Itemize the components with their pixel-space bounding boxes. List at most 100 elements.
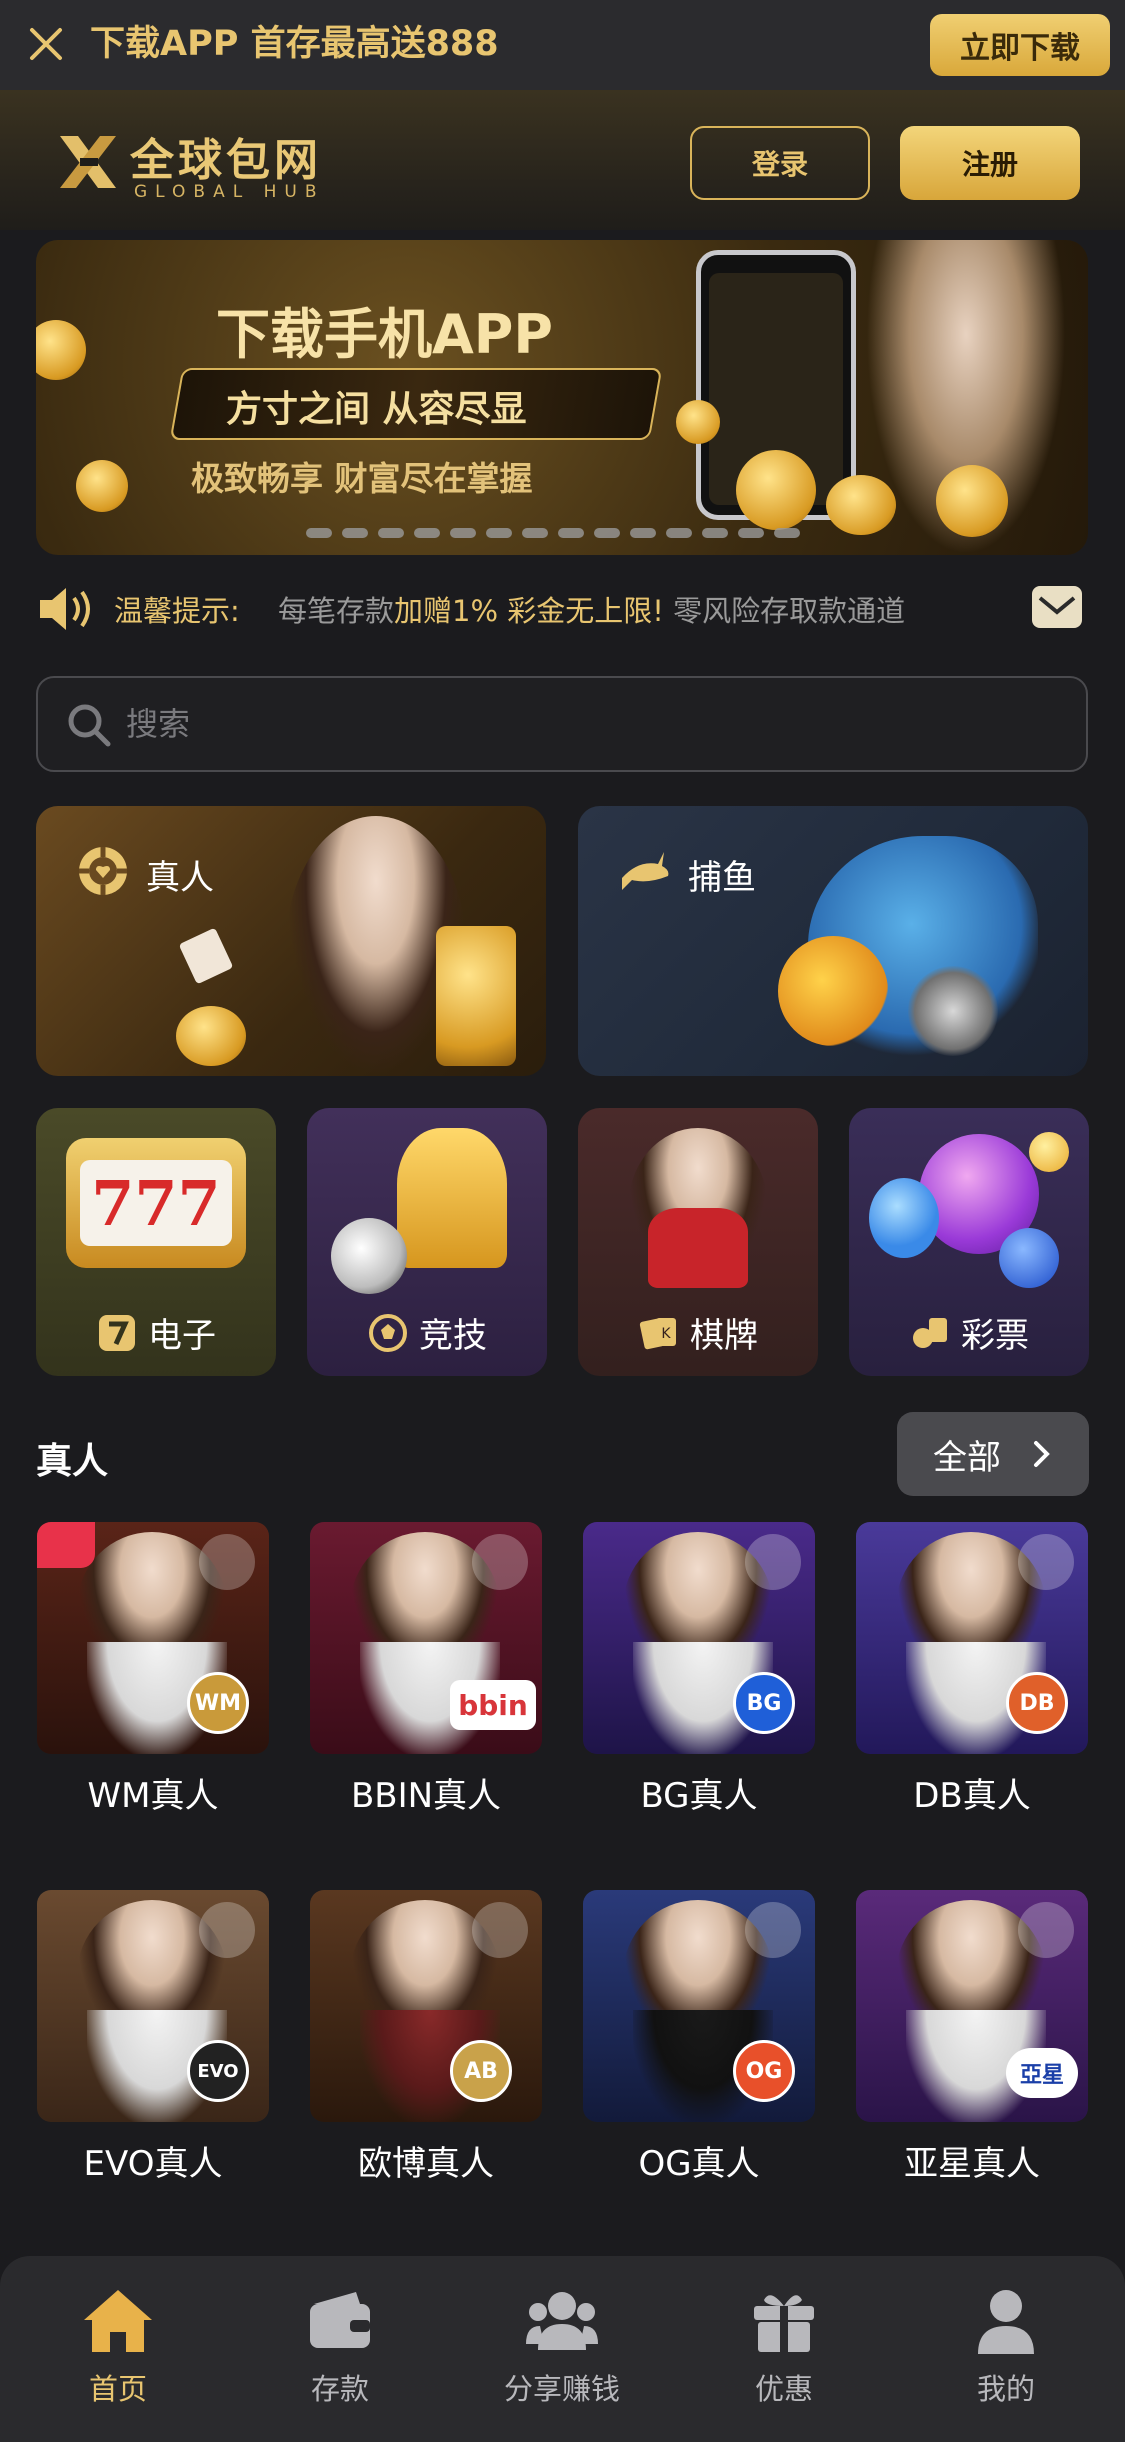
provider-label: BBIN真人 — [350, 1776, 502, 1816]
provider-label: WM真人 — [87, 1776, 219, 1816]
nav-label: 优惠 — [754, 2372, 813, 2406]
page-dot[interactable] — [378, 528, 404, 538]
provider-card[interactable]: bbin — [310, 1522, 542, 1754]
banner-title: 下载手机APP — [216, 303, 553, 366]
page-dot[interactable] — [306, 528, 332, 538]
page-dot[interactable] — [522, 528, 548, 538]
favorite-star-icon[interactable] — [199, 1902, 255, 1958]
bitcoin-coin-icon — [36, 320, 86, 380]
provider-logo-badge: 亞星 — [1006, 2048, 1078, 2098]
category-sports[interactable]: 竞技 — [307, 1108, 547, 1376]
notice-text: 每笔存款加赠1% 彩金无上限! 零风险存取款通道 — [278, 588, 905, 630]
provider-logo-badge: bbin — [450, 1680, 536, 1730]
nav-label: 存款 — [310, 2372, 369, 2406]
coin-stack-icon — [826, 475, 896, 535]
banner-pagination[interactable] — [306, 528, 800, 538]
nav-item-share-earn[interactable]: 分享赚钱 — [472, 2286, 652, 2408]
site-header: 全球包网 GLOBAL HUB 登录 注册 — [0, 90, 1125, 230]
slot-reels: 777 — [80, 1160, 232, 1246]
provider-card[interactable]: DB — [856, 1522, 1088, 1754]
category-fishing[interactable]: 捕鱼 — [578, 806, 1088, 1076]
provider-logo-badge: OG — [733, 2040, 795, 2102]
nav-item-home[interactable]: 首页 — [28, 2286, 208, 2408]
category-live-casino[interactable]: 真人 — [36, 806, 546, 1076]
banner-tagline: 极致畅享 财富尽在掌握 — [191, 459, 533, 498]
nav-item-promotions[interactable]: 优惠 — [694, 2286, 874, 2408]
category-cards[interactable]: K 棋牌 — [578, 1108, 818, 1376]
nav-item-deposit[interactable]: 存款 — [250, 2286, 430, 2408]
provider-card[interactable]: BG — [583, 1522, 815, 1754]
lottery-icon — [913, 1317, 947, 1348]
wallet-icon — [310, 2292, 370, 2348]
nav-item-profile[interactable]: 我的 — [916, 2286, 1096, 2408]
provider-card[interactable]: EVO — [37, 1890, 269, 2122]
favorite-star-icon[interactable] — [472, 1534, 528, 1590]
page-dot[interactable] — [558, 528, 584, 538]
provider-card[interactable]: AB — [310, 1890, 542, 2122]
red-dress-image — [648, 1208, 748, 1288]
logo-x-icon — [60, 136, 116, 188]
page-dot[interactable] — [486, 528, 512, 538]
penguin-image — [869, 1178, 939, 1258]
bottom-nav: 首页 存款 分享赚钱 优惠 我的 — [0, 2256, 1125, 2442]
provider-label: EVO真人 — [83, 2144, 223, 2184]
share-users-icon — [526, 2292, 598, 2350]
page-dot[interactable] — [414, 528, 440, 538]
page-dot[interactable] — [774, 528, 800, 538]
gatling-gun-image — [908, 966, 998, 1056]
page-dot[interactable] — [594, 528, 620, 538]
mail-icon[interactable] — [1032, 586, 1082, 628]
search-icon — [68, 704, 111, 747]
page-dot[interactable] — [702, 528, 728, 538]
favorite-star-icon[interactable] — [1018, 1534, 1074, 1590]
provider-label: 亚星真人 — [904, 2144, 1040, 2184]
close-icon[interactable] — [26, 24, 66, 64]
category-label: 电子 — [148, 1316, 216, 1356]
page-dot[interactable] — [450, 528, 476, 538]
provider-card[interactable]: 亞星 — [856, 1890, 1088, 2122]
hot-thumbs-up-icon — [37, 1522, 95, 1568]
provider-logo-badge: AB — [450, 2040, 512, 2102]
category-label: 彩票 — [961, 1316, 1029, 1356]
coin-icon — [76, 460, 128, 512]
page-dot[interactable] — [666, 528, 692, 538]
favorite-star-icon[interactable] — [1018, 1902, 1074, 1958]
lottery-ball-image — [1029, 1132, 1069, 1172]
seven-icon — [99, 1314, 135, 1351]
coin-icon — [176, 1006, 246, 1066]
provider-label: BG真人 — [640, 1776, 758, 1816]
coin-stack-icon — [436, 926, 516, 1066]
page-dot[interactable] — [342, 528, 368, 538]
download-now-button[interactable]: 立即下载 — [930, 14, 1110, 76]
provider-card[interactable]: WM — [37, 1522, 269, 1754]
notice-label: 温馨提示: — [114, 594, 240, 628]
provider-card[interactable]: OG — [583, 1890, 815, 2122]
shark-icon — [622, 852, 669, 890]
category-label: 竞技 — [419, 1316, 487, 1356]
view-all-button[interactable]: 全部 — [897, 1412, 1089, 1496]
favorite-star-icon[interactable] — [472, 1902, 528, 1958]
category-label-row: K 棋牌 — [578, 1308, 818, 1357]
favorite-star-icon[interactable] — [745, 1902, 801, 1958]
login-button[interactable]: 登录 — [690, 126, 870, 200]
category-slots[interactable]: 777 电子 — [36, 1108, 276, 1376]
page-dot[interactable] — [630, 528, 656, 538]
soccer-ball-image — [331, 1218, 407, 1294]
profile-icon — [978, 2290, 1034, 2354]
search-input[interactable] — [126, 696, 1026, 752]
playing-card-icon — [178, 927, 234, 985]
provider-label: 欧博真人 — [358, 2144, 494, 2184]
category-label-row: 竞技 — [307, 1308, 547, 1357]
notice-highlight: 加赠1% 彩金无上限! — [394, 594, 664, 628]
provider-logo-badge: BG — [733, 1672, 795, 1734]
favorite-star-icon[interactable] — [745, 1534, 801, 1590]
favorite-star-icon[interactable] — [199, 1534, 255, 1590]
promo-banner[interactable]: 下载手机APP 方寸之间 从容尽显 极致畅享 财富尽在掌握 — [36, 240, 1088, 555]
category-lottery[interactable]: 彩票 — [849, 1108, 1089, 1376]
svg-text:K: K — [661, 1326, 671, 1342]
nav-label: 首页 — [88, 2372, 147, 2406]
register-button[interactable]: 注册 — [900, 126, 1080, 200]
page-dot[interactable] — [738, 528, 764, 538]
home-icon — [84, 2290, 152, 2352]
provider-label: OG真人 — [638, 2144, 760, 2184]
